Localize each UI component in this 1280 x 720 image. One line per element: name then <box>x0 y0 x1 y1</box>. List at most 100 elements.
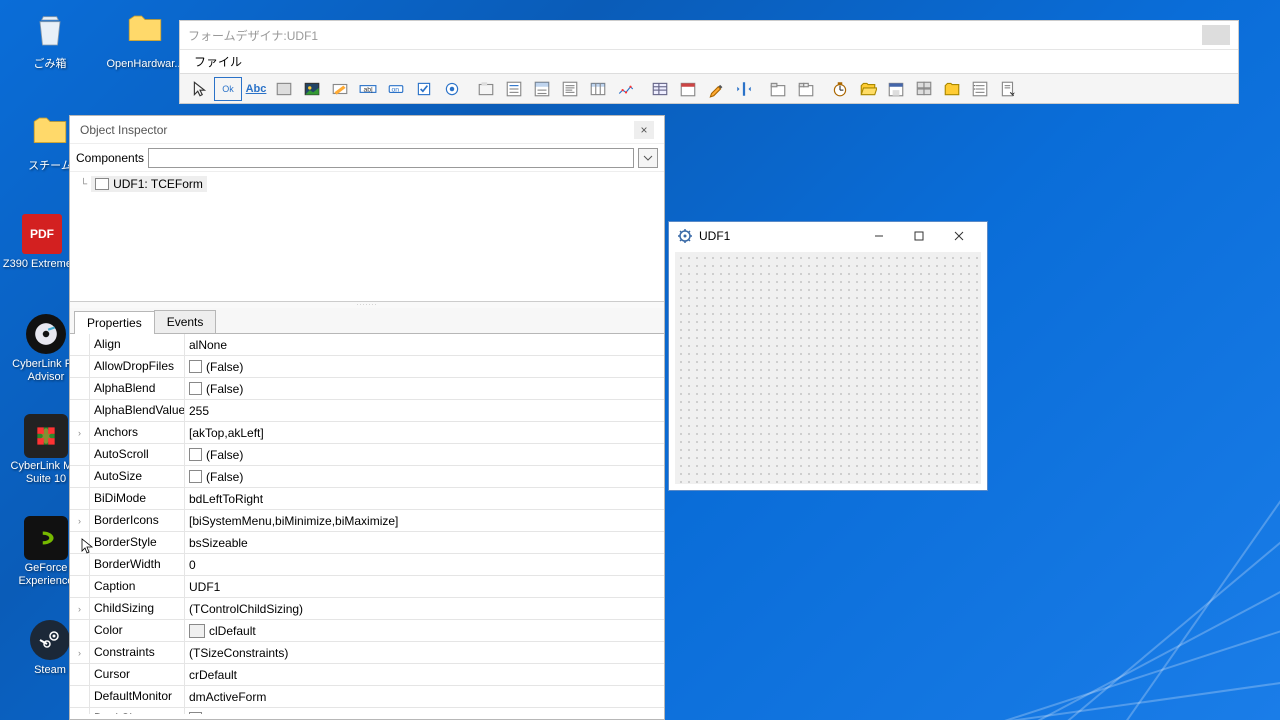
property-row[interactable]: CaptionUDF1 <box>70 576 664 598</box>
checkbox-icon[interactable] <box>189 360 202 373</box>
tool-listview[interactable] <box>966 77 994 101</box>
tool-pointer[interactable] <box>186 77 214 101</box>
checkbox-icon[interactable] <box>189 382 202 395</box>
property-row[interactable]: AutoSize(False) <box>70 466 664 488</box>
tool-edit[interactable] <box>326 77 354 101</box>
property-row[interactable]: ColorclDefault <box>70 620 664 642</box>
property-name: BorderStyle <box>90 532 185 553</box>
property-value[interactable]: [akTop,akLeft] <box>185 422 664 443</box>
property-value-text: [akTop,akLeft] <box>189 426 264 440</box>
expand-toggle[interactable]: › <box>70 598 90 619</box>
tool-calendar[interactable] <box>674 77 702 101</box>
property-value[interactable]: (False) <box>185 356 664 377</box>
property-value[interactable]: bsSizeable <box>185 532 664 553</box>
tab-events[interactable]: Events <box>154 310 217 333</box>
property-value[interactable]: 255 <box>185 400 664 421</box>
desktop-icon-openhardware[interactable]: OpenHardwar... <box>105 6 185 71</box>
tool-folder[interactable] <box>938 77 966 101</box>
tool-paint[interactable] <box>702 77 730 101</box>
property-value[interactable]: (False) <box>185 378 664 399</box>
tool-chart[interactable] <box>612 77 640 101</box>
property-value[interactable]: 0 <box>185 554 664 575</box>
udf1-titlebar[interactable]: UDF1 <box>669 222 987 250</box>
tool-panel[interactable] <box>270 77 298 101</box>
property-row[interactable]: ›BorderIcons[biSystemMenu,biMinimize,biM… <box>70 510 664 532</box>
property-row[interactable]: AutoScroll(False) <box>70 444 664 466</box>
expand-toggle <box>70 400 90 421</box>
property-value[interactable]: (TControlChildSizing) <box>185 598 664 619</box>
tool-radio[interactable] <box>438 77 466 101</box>
tool-splitter[interactable] <box>730 77 758 101</box>
close-button[interactable] <box>1202 25 1230 45</box>
tool-script[interactable] <box>994 77 1022 101</box>
property-value[interactable]: UDF1 <box>185 576 664 597</box>
tool-savefile[interactable] <box>882 77 910 101</box>
close-button[interactable]: × <box>634 121 654 139</box>
tool-pagecontrol[interactable] <box>792 77 820 101</box>
property-row[interactable]: BiDiModebdLeftToRight <box>70 488 664 510</box>
expand-toggle[interactable]: › <box>70 642 90 663</box>
components-input[interactable] <box>148 148 634 168</box>
property-row[interactable]: AllowDropFiles(False) <box>70 356 664 378</box>
checkbox-icon[interactable] <box>189 448 202 461</box>
minimize-button[interactable] <box>859 224 899 248</box>
property-row[interactable]: ›Anchors[akTop,akLeft] <box>70 422 664 444</box>
checkbox-icon[interactable] <box>189 712 202 714</box>
property-value[interactable]: (False) <box>185 708 664 714</box>
components-dropdown-button[interactable] <box>638 148 658 168</box>
menu-file[interactable]: ファイル <box>188 51 248 72</box>
form-designer-titlebar[interactable]: フォームデザイナ:UDF1 <box>180 21 1238 49</box>
properties-grid[interactable]: AlignalNoneAllowDropFiles(False)AlphaBle… <box>70 334 664 714</box>
tool-memo[interactable] <box>556 77 584 101</box>
tool-stringgrid[interactable] <box>646 77 674 101</box>
property-value[interactable]: crDefault <box>185 664 664 685</box>
tool-openfile[interactable] <box>854 77 882 101</box>
tool-groupbox[interactable] <box>472 77 500 101</box>
property-value[interactable]: [biSystemMenu,biMinimize,biMaximize] <box>185 510 664 531</box>
tool-image[interactable] <box>298 77 326 101</box>
components-label: Components <box>76 151 144 165</box>
expand-toggle[interactable]: › <box>70 510 90 531</box>
close-button[interactable] <box>939 224 979 248</box>
property-value-text: clDefault <box>209 624 256 638</box>
udf1-form-window[interactable]: UDF1 <box>668 221 988 491</box>
tab-properties[interactable]: Properties <box>74 311 155 334</box>
property-value[interactable]: (False) <box>185 444 664 465</box>
tool-button[interactable]: Ok <box>214 77 242 101</box>
component-tree[interactable]: └ UDF1: TCEForm <box>70 172 664 302</box>
tool-grid[interactable] <box>584 77 612 101</box>
tool-checkbox[interactable] <box>410 77 438 101</box>
tool-tabcontrol[interactable] <box>764 77 792 101</box>
nvidia-icon <box>24 516 68 560</box>
property-row[interactable]: AlignalNone <box>70 334 664 356</box>
property-row[interactable]: CursorcrDefault <box>70 664 664 686</box>
property-value[interactable]: clDefault <box>185 620 664 641</box>
object-inspector-titlebar[interactable]: Object Inspector × <box>70 116 664 144</box>
form-design-canvas[interactable] <box>675 252 981 484</box>
property-value[interactable]: alNone <box>185 334 664 355</box>
property-value[interactable]: (False) <box>185 466 664 487</box>
expand-toggle[interactable]: › <box>70 422 90 443</box>
property-row[interactable]: DockSite(False) <box>70 708 664 714</box>
tool-label[interactable]: Abc <box>242 77 270 101</box>
checkbox-icon[interactable] <box>189 470 202 483</box>
property-value[interactable]: (TSizeConstraints) <box>185 642 664 663</box>
property-value[interactable]: bdLeftToRight <box>185 488 664 509</box>
property-row[interactable]: AlphaBlend(False) <box>70 378 664 400</box>
tool-toggle[interactable]: on <box>382 77 410 101</box>
desktop-icon-recycle-bin[interactable]: ごみ箱 <box>10 6 90 71</box>
tool-selectdir[interactable] <box>910 77 938 101</box>
property-row[interactable]: AlphaBlendValue255 <box>70 400 664 422</box>
property-row[interactable]: BorderWidth0 <box>70 554 664 576</box>
maximize-button[interactable] <box>899 224 939 248</box>
tool-text-input[interactable]: ab| <box>354 77 382 101</box>
property-value[interactable]: dmActiveForm <box>185 686 664 707</box>
property-row[interactable]: BorderStylebsSizeable <box>70 532 664 554</box>
tool-listbox[interactable] <box>500 77 528 101</box>
property-row[interactable]: ›Constraints(TSizeConstraints) <box>70 642 664 664</box>
tree-item-udf1[interactable]: UDF1: TCEForm <box>91 176 207 192</box>
tool-combobox[interactable] <box>528 77 556 101</box>
property-row[interactable]: DefaultMonitordmActiveForm <box>70 686 664 708</box>
tool-timer[interactable] <box>826 77 854 101</box>
property-row[interactable]: ›ChildSizing(TControlChildSizing) <box>70 598 664 620</box>
